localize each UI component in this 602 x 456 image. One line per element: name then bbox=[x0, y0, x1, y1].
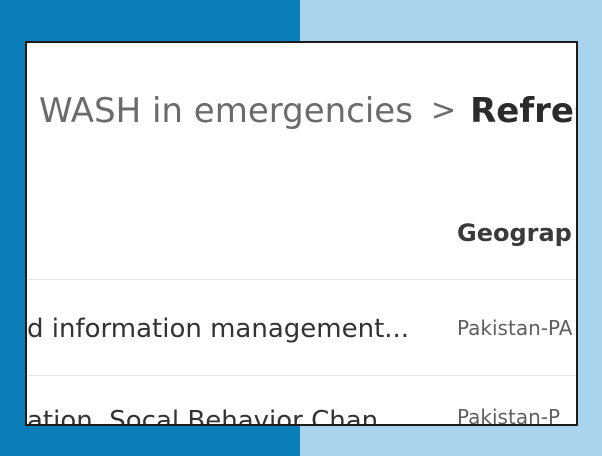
row-geography: Pakistan-PA bbox=[457, 316, 573, 340]
breadcrumb-parent-link[interactable]: WASH in emergencies bbox=[39, 91, 413, 131]
row-title[interactable]: ation, Socal Behavior Chan bbox=[27, 406, 378, 424]
breadcrumb: WASH in emergencies > Refres bbox=[39, 91, 576, 131]
row-title[interactable]: d information management... bbox=[27, 314, 409, 344]
content-panel: WASH in emergencies > Refres Geograp d inf… bbox=[25, 41, 578, 426]
table-row[interactable]: ation, Socal Behavior Chan Pakistan-P bbox=[27, 375, 576, 426]
chevron-right-icon: > bbox=[430, 93, 457, 128]
row-geography: Pakistan-P bbox=[457, 405, 561, 426]
breadcrumb-current: Refres bbox=[470, 91, 576, 131]
column-header-geography[interactable]: Geograp bbox=[457, 219, 572, 247]
table-row[interactable]: d information management... Pakistan-PA bbox=[27, 279, 576, 375]
